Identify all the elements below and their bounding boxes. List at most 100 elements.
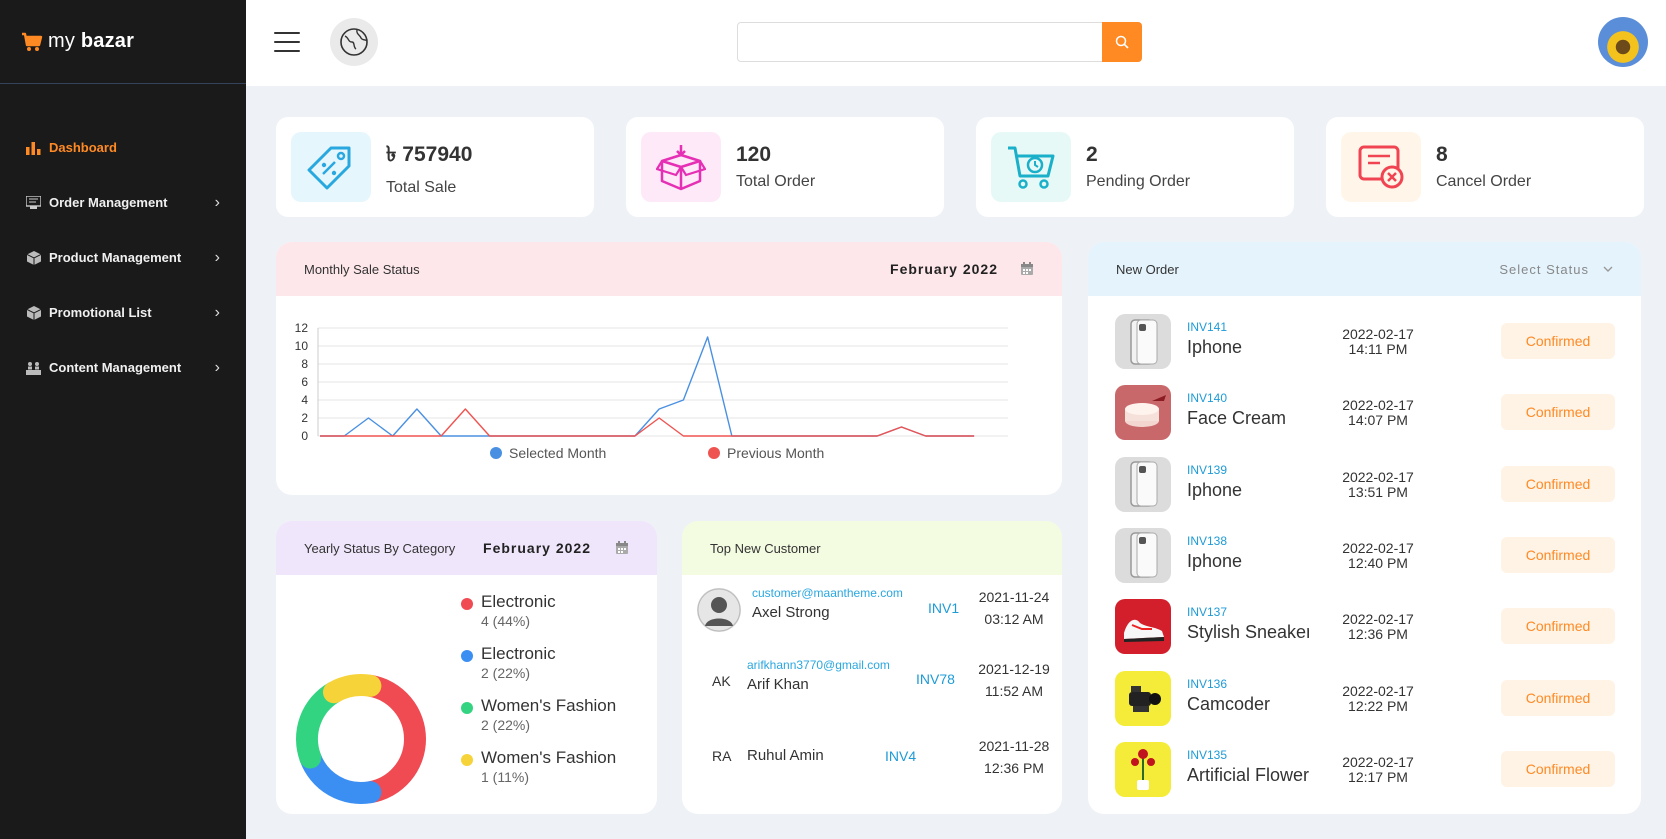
order-product-name: Iphone: [1187, 479, 1243, 500]
customer-name: Ruhul Amin: [747, 747, 824, 764]
bar-chart-icon: [26, 140, 41, 155]
legend-label: Selected Month: [509, 445, 606, 461]
order-invoice[interactable]: INV136: [1187, 677, 1227, 691]
order-row[interactable]: INV141 Iphone 2022-02-17 14:11 PM Confirmed: [1088, 306, 1640, 377]
order-invoice[interactable]: INV139: [1187, 463, 1227, 477]
chevron-down-icon[interactable]: [1603, 266, 1613, 272]
series-line: [320, 336, 975, 437]
sidebar-item-label: Content Management: [49, 360, 182, 375]
customer-email: customer@maantheme.com: [752, 586, 903, 600]
search-button[interactable]: [1102, 22, 1142, 62]
user-avatar[interactable]: [1598, 17, 1648, 67]
order-date: 2022-02-17 12:17 PM: [1342, 753, 1414, 785]
customer-invoice-link[interactable]: INV1: [928, 600, 959, 616]
order-status-badge[interactable]: Confirmed: [1501, 394, 1615, 431]
stat-value: 2: [1086, 143, 1098, 166]
monthly-line-chart: 0 2 4 6 8 10 12 Selected Month Previous Month: [295, 321, 1008, 461]
order-status-badge[interactable]: Confirmed: [1501, 679, 1615, 716]
order-row[interactable]: INV140 Face Cream 2022-02-17 14:07 PM Confir…: [1088, 377, 1640, 448]
order-invoice[interactable]: INV137: [1187, 605, 1227, 619]
stat-card-cancel-order: 8 Cancel Order: [1326, 117, 1644, 217]
flower-icon: [1115, 741, 1171, 797]
menu-toggle-icon[interactable]: [274, 32, 300, 52]
panel-title: Monthly Sale Status: [304, 261, 420, 277]
order-product-name: Artificial Flower: [1187, 764, 1309, 785]
customer-initials: RA: [712, 748, 732, 764]
topbar: [246, 0, 1666, 86]
order-invoice[interactable]: INV140: [1187, 391, 1227, 405]
stat-card-pending-order: 2 Pending Order: [976, 117, 1294, 217]
customer-date: 2021-12-19 11:52 AM: [978, 661, 1050, 699]
customer-invoice-link[interactable]: INV78: [916, 671, 955, 687]
sidebar-item-dashboard[interactable]: Dashboard: [0, 120, 246, 175]
stat-card-total-order: 120 Total Order: [626, 117, 944, 217]
y-tick-label: 6: [301, 375, 308, 389]
donut-slice[interactable]: [359, 674, 426, 804]
cream-icon: [1115, 385, 1171, 441]
cancel-doc-icon: [1341, 132, 1421, 202]
order-product-name: Stylish Sneaker: [1187, 622, 1309, 643]
sidebar-item-label: Order Management: [49, 195, 168, 210]
panel-title: Yearly Status By Category: [304, 540, 456, 556]
order-row[interactable]: INV137 Stylish Sneaker 2022-02-17 12:36 PM C…: [1088, 591, 1640, 662]
top-customer-header: Top New Customer: [682, 521, 1062, 575]
order-invoice[interactable]: INV141: [1187, 320, 1227, 334]
sidebar-item-label: Dashboard: [49, 140, 117, 155]
calendar-icon[interactable]: [1020, 262, 1034, 276]
customer-name: Arif Khan: [747, 676, 809, 693]
order-invoice[interactable]: INV135: [1187, 748, 1227, 762]
month-selector[interactable]: February 2022: [890, 261, 998, 277]
sidebar-item-promotional-list[interactable]: Promotional List ›: [0, 285, 246, 340]
sidebar-item-order-management[interactable]: Order Management ›: [0, 175, 246, 230]
legend-dot: [461, 598, 473, 610]
status-filter-select[interactable]: Select Status: [1499, 262, 1589, 277]
phone-icon: [1115, 314, 1171, 369]
legend-dot: [461, 650, 473, 662]
stat-label: Cancel Order: [1436, 173, 1532, 190]
order-product-name: Iphone: [1187, 337, 1243, 357]
new-order-header: New Order Select Status: [1088, 242, 1641, 296]
order-row[interactable]: INV135 Artificial Flower 2022-02-17 12:17 P…: [1088, 734, 1640, 805]
order-status-badge[interactable]: Confirmed: [1501, 608, 1615, 645]
top-customer-panel: Top New Customer customer@maantheme.com …: [682, 521, 1062, 814]
sidebar-item-product-management[interactable]: Product Management ›: [0, 230, 246, 285]
sidebar-item-content-management[interactable]: Content Management ›: [0, 340, 246, 395]
order-invoice[interactable]: INV138: [1187, 534, 1227, 548]
chevron-right-icon: ›: [214, 303, 220, 321]
customer-row[interactable]: AK arifkhann3770@gmail.com Arif Khan INV…: [682, 648, 1062, 720]
y-tick-label: 2: [301, 411, 308, 425]
box-icon: [26, 250, 41, 265]
legend-dot: [490, 447, 502, 459]
search-input[interactable]: [738, 23, 1098, 61]
order-row[interactable]: INV139 Iphone 2022-02-17 13:51 PM Confirmed: [1088, 449, 1640, 520]
order-date: 2022-02-17 14:11 PM: [1342, 326, 1414, 357]
order-status-badge[interactable]: Confirmed: [1501, 536, 1615, 573]
customer-row[interactable]: RA Ruhul Amin INV4 2021-11-28 12:36 PM: [682, 720, 1062, 792]
cart-clock-icon: [991, 132, 1071, 202]
sidebar-nav: Dashboard Order Management › Product Man…: [0, 120, 246, 395]
order-status-badge[interactable]: Confirmed: [1501, 750, 1615, 787]
customer-name: Axel Strong: [752, 604, 830, 621]
language-globe-icon[interactable]: [330, 18, 378, 66]
customer-initials: AK: [712, 673, 731, 689]
order-row[interactable]: INV136 Camcoder 2022-02-17 12:22 PM Confirme…: [1088, 663, 1640, 734]
customer-row[interactable]: customer@maantheme.com Axel Strong INV1 …: [682, 576, 1062, 648]
month-selector[interactable]: February 2022: [483, 540, 591, 556]
order-date: 2022-02-17 13:51 PM: [1342, 468, 1414, 500]
customer-date: 2021-11-24 03:12 AM: [978, 589, 1050, 627]
order-date: 2022-02-17 12:22 PM: [1342, 682, 1414, 714]
order-date: 2022-02-17 12:36 PM: [1342, 611, 1414, 643]
y-tick-label: 8: [301, 357, 308, 371]
order-row[interactable]: INV138 Iphone 2022-02-17 12:40 PM Confirmed: [1088, 520, 1640, 591]
order-status-badge[interactable]: Confirmed: [1501, 323, 1615, 359]
order-status-badge[interactable]: Confirmed: [1501, 465, 1615, 502]
brand-logo[interactable]: my bazar: [0, 0, 246, 84]
content-icon: [26, 360, 41, 375]
donut-slice[interactable]: [323, 674, 382, 704]
y-tick-label: 10: [295, 339, 309, 353]
customer-invoice-link[interactable]: INV4: [885, 748, 916, 764]
price-tag-icon: [291, 132, 371, 202]
camera-icon: [1115, 670, 1171, 726]
legend-label: Previous Month: [727, 445, 824, 461]
calendar-icon[interactable]: [615, 541, 629, 555]
